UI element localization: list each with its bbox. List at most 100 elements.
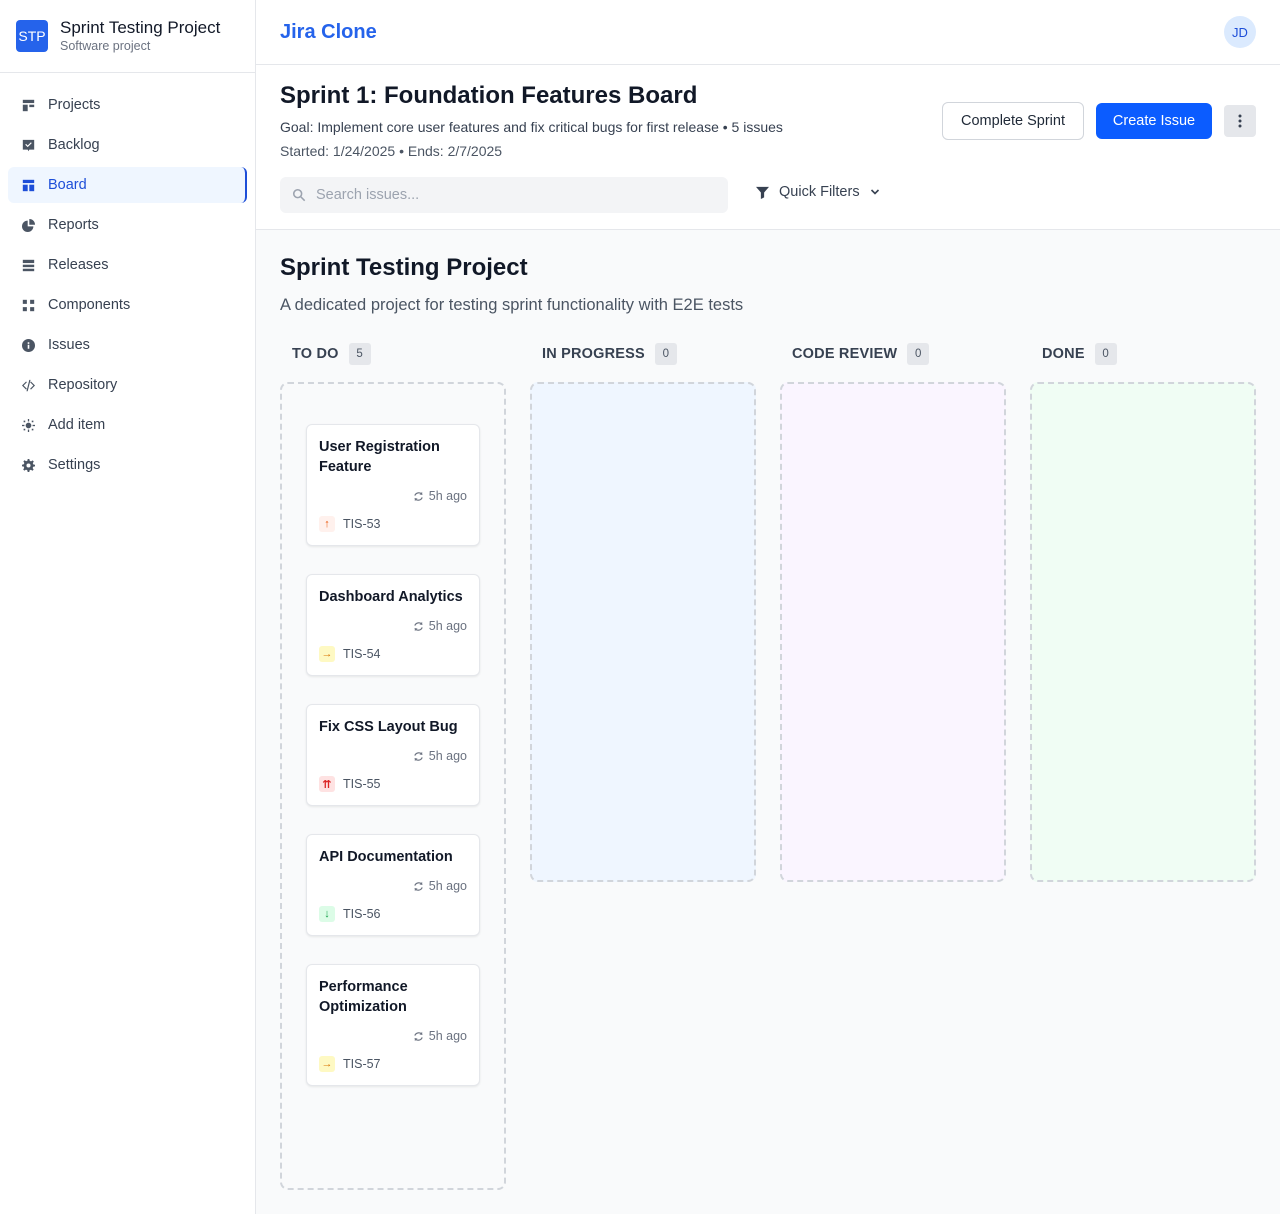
column-in-progress-dropzone[interactable] — [530, 382, 756, 882]
column-done-dropzone[interactable] — [1030, 382, 1256, 882]
refresh-icon — [414, 1031, 423, 1041]
issue-card[interactable]: API Documentation 5h ago ↓ TIS-56 — [306, 834, 480, 936]
issue-key[interactable]: TIS-53 — [343, 517, 381, 531]
priority-high-icon: ↑ — [319, 516, 335, 532]
avatar[interactable]: JD — [1224, 16, 1256, 48]
column-header-todo: TO DO 5 — [292, 342, 371, 366]
sidebar-item-settings[interactable]: Settings — [8, 447, 247, 483]
code-icon — [20, 377, 36, 393]
project-description: A dedicated project for testing sprint f… — [280, 296, 744, 314]
sidebar-item-issues[interactable]: Issues — [8, 327, 247, 363]
project-header[interactable]: STP Sprint Testing Project Software proj… — [0, 0, 255, 73]
issue-card[interactable]: Fix CSS Layout Bug 5h ago ⇈ TIS-55 — [306, 704, 480, 806]
info-icon — [20, 337, 36, 353]
sidebar-item-repository[interactable]: Repository — [8, 367, 247, 403]
column-count: 0 — [907, 343, 930, 365]
sidebar-item-label: Repository — [48, 377, 118, 393]
create-issue-button[interactable]: Create Issue — [1096, 103, 1212, 139]
sidebar-item-label: Releases — [48, 257, 109, 273]
issue-key[interactable]: TIS-56 — [343, 907, 381, 921]
app-title[interactable]: Jira Clone — [280, 21, 377, 44]
project-type: Software project — [60, 39, 151, 53]
complete-sprint-button[interactable]: Complete Sprint — [942, 102, 1084, 140]
chevron-down-icon — [870, 189, 879, 195]
projects-icon — [20, 97, 36, 113]
column-title: CODE REVIEW — [792, 346, 898, 362]
releases-icon — [20, 257, 36, 273]
kebab-menu-icon — [1238, 114, 1242, 128]
issue-updated: 5h ago — [413, 1029, 467, 1043]
column-code-review-dropzone[interactable] — [780, 382, 1006, 882]
sidebar-item-label: Issues — [48, 337, 90, 353]
column-count: 5 — [348, 343, 371, 365]
project-badge: STP — [16, 20, 48, 52]
refresh-icon — [414, 491, 423, 501]
issue-updated: 5h ago — [413, 879, 467, 893]
sun-icon — [20, 417, 36, 433]
issue-card[interactable]: Performance Optimization 5h ago → TIS-57 — [306, 964, 480, 1086]
sidebar-item-label: Components — [48, 297, 131, 313]
issue-title: Fix CSS Layout Bug — [319, 719, 458, 735]
sidebar-item-label: Board — [48, 177, 87, 193]
sprint-dates: Started: 1/24/2025 • Ends: 2/7/2025 — [280, 143, 503, 159]
issue-key-row: ↓ TIS-56 — [319, 906, 381, 922]
more-options-button[interactable] — [1224, 105, 1256, 137]
issue-key[interactable]: TIS-54 — [343, 647, 381, 661]
gear-icon — [20, 457, 36, 473]
issue-card[interactable]: User Registration Feature 5h ago ↑ TIS-5… — [306, 424, 480, 546]
issue-key-row: → TIS-54 — [319, 646, 381, 662]
column-header-done: DONE 0 — [1042, 342, 1117, 366]
issue-time: 5h ago — [428, 489, 467, 503]
priority-highest-icon: ⇈ — [319, 776, 335, 792]
column-title: IN PROGRESS — [542, 346, 645, 362]
issue-card[interactable]: Dashboard Analytics 5h ago → TIS-54 — [306, 574, 480, 676]
issue-key-row: ⇈ TIS-55 — [319, 776, 381, 792]
issue-key-row: ↑ TIS-53 — [319, 516, 381, 532]
sidebar-item-reports[interactable]: Reports — [8, 207, 247, 243]
column-title: DONE — [1042, 346, 1085, 362]
sidebar-item-label: Reports — [48, 217, 99, 233]
issue-key-row: → TIS-57 — [319, 1056, 381, 1072]
refresh-icon — [414, 881, 423, 891]
quick-filters-button[interactable]: Quick Filters — [756, 184, 880, 200]
top-bar: Jira Clone JD — [256, 0, 1280, 65]
priority-low-icon: ↓ — [319, 906, 335, 922]
project-name: Sprint Testing Project — [60, 18, 221, 37]
sidebar-nav: Projects Backlog Board Reports Releases … — [0, 73, 255, 483]
issue-time: 5h ago — [428, 619, 467, 633]
search-box — [280, 177, 728, 213]
reports-icon — [20, 217, 36, 233]
issue-key[interactable]: TIS-57 — [343, 1057, 381, 1071]
sprint-goal: Goal: Implement core user features and f… — [280, 119, 783, 135]
issue-title: API Documentation — [319, 849, 453, 865]
sidebar-item-label: Backlog — [48, 137, 100, 153]
issue-time: 5h ago — [428, 879, 467, 893]
components-icon — [20, 297, 36, 313]
sidebar-item-add-item[interactable]: Add item — [8, 407, 247, 443]
column-header-in-progress: IN PROGRESS 0 — [542, 342, 677, 366]
column-count: 0 — [1094, 343, 1117, 365]
sidebar-item-releases[interactable]: Releases — [8, 247, 247, 283]
sidebar-item-projects[interactable]: Projects — [8, 87, 247, 123]
sidebar-item-components[interactable]: Components — [8, 287, 247, 323]
issue-updated: 5h ago — [413, 489, 467, 503]
priority-medium-icon: → — [319, 1056, 335, 1072]
issue-title: Dashboard Analytics — [319, 589, 463, 605]
issue-time: 5h ago — [428, 1029, 467, 1043]
sidebar-item-backlog[interactable]: Backlog — [8, 127, 247, 163]
issue-time: 5h ago — [428, 749, 467, 763]
board-main: Sprint Testing Project A dedicated proje… — [256, 230, 1280, 1214]
search-icon — [292, 188, 306, 202]
refresh-icon — [414, 751, 423, 761]
backlog-icon — [20, 137, 36, 153]
search-input[interactable] — [316, 187, 716, 203]
sidebar-item-board[interactable]: Board — [8, 167, 247, 203]
column-title: TO DO — [292, 346, 339, 362]
board-header: Sprint 1: Foundation Features Board Goal… — [256, 65, 1280, 230]
issue-title: User Registration Feature — [319, 439, 440, 475]
refresh-icon — [414, 621, 423, 631]
issue-updated: 5h ago — [413, 749, 467, 763]
issue-key[interactable]: TIS-55 — [343, 777, 381, 791]
board-icon — [20, 177, 36, 193]
column-todo-dropzone[interactable]: User Registration Feature 5h ago ↑ TIS-5… — [280, 382, 506, 1190]
